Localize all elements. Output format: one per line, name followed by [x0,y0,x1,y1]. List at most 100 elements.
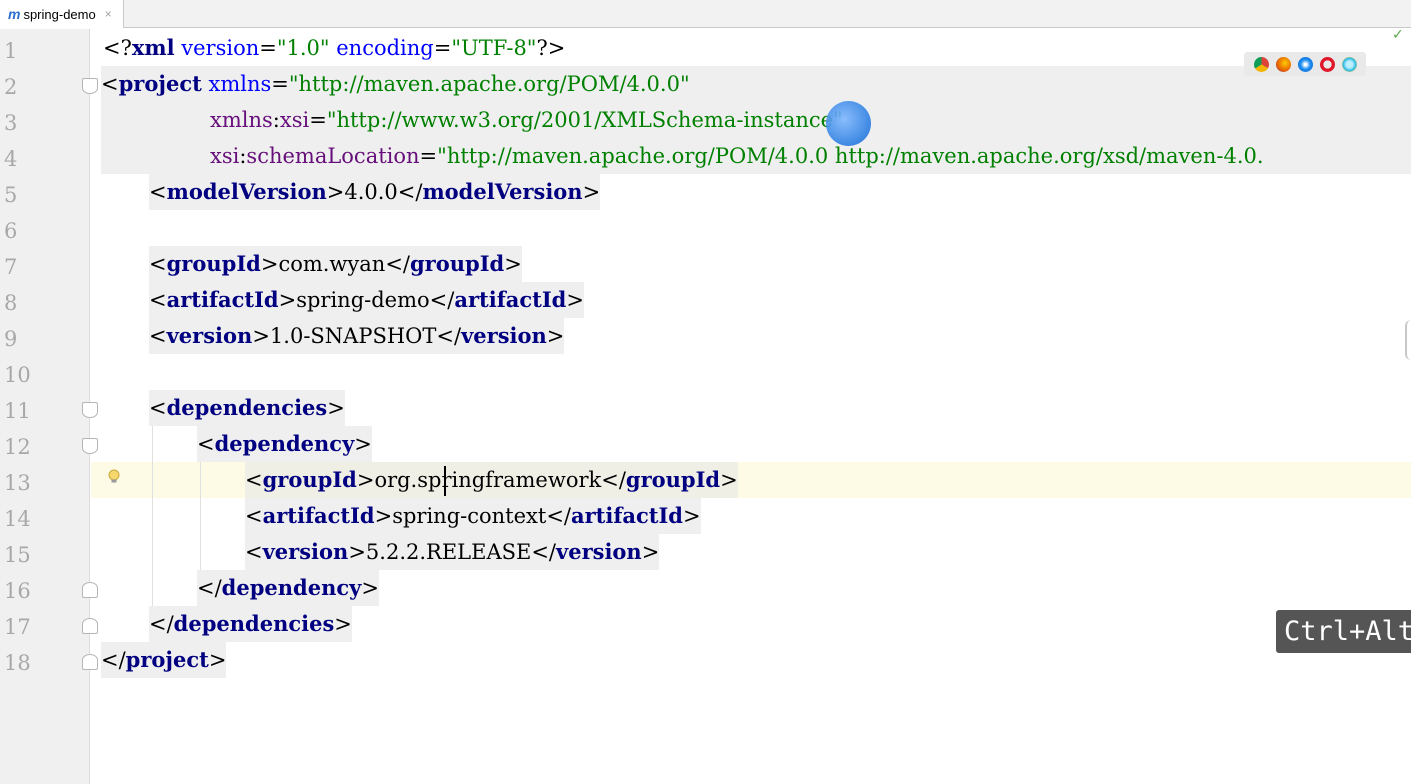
tag-bracket: < [149,180,167,204]
code-line-14: <artifactId>spring-context</artifactId> [245,498,701,534]
code-line-12: <dependency> [197,426,372,462]
code-line-1: <?xml version="1.0" encoding="UTF-8"?> [103,30,565,66]
chrome-icon[interactable] [1253,56,1269,72]
fold-toggle-icon[interactable] [82,654,98,670]
floating-assistant-icon[interactable] [826,101,871,146]
attr-version: version [174,36,260,60]
tag-name: project [118,71,202,96]
code-line-16: </dependency> [197,570,379,606]
tag-bracket: > [334,612,352,636]
line-number: 16 [4,579,31,603]
tag-name: artifactId [166,287,279,312]
tag-bracket: < [149,252,167,276]
tag-name: version [262,539,349,564]
attr-value: "UTF-8" [451,36,537,60]
code-line-15: <version>5.2.2.RELEASE</version> [245,534,660,570]
tag-bracket: > [546,324,565,348]
inspection-ok-icon[interactable]: ✓ [1392,27,1404,43]
equals-sign: = [259,36,277,60]
tab-title: spring-demo [23,6,96,22]
scrollbar-edge[interactable] [1405,320,1411,360]
xml-decl-close: ?> [536,36,566,60]
line-number: 2 [4,75,18,99]
close-icon[interactable]: × [105,7,112,21]
tag-name: artifactId [571,503,683,528]
tag-bracket: < [245,468,263,492]
fold-toggle-icon[interactable] [82,78,98,94]
tag-name: dependency [221,575,362,600]
code-editor[interactable]: <?xml version="1.0" encoding="UTF-8"?> <… [91,29,1411,784]
tag-value: spring-context [392,504,547,528]
tag-value: com.wyan [278,252,386,276]
tag-bracket: < [149,288,167,312]
tag-bracket: > [208,648,227,672]
tag-bracket: </ [385,252,410,276]
tag-bracket: </ [436,324,462,348]
attr-namespace: xsi [210,144,240,168]
equals-sign: = [271,72,289,96]
tag-bracket: > [582,180,601,204]
code-line-17: </dependencies> [149,606,352,642]
tag-name: groupId [410,251,505,276]
firefox-icon[interactable] [1275,56,1291,72]
line-number: 14 [4,507,31,531]
tag-value: spring-demo [296,288,430,312]
tag-bracket: </ [197,576,222,600]
line-number: 12 [4,435,31,459]
tag-bracket: > [356,468,375,492]
safari-icon[interactable] [1297,56,1313,72]
editor-tab-bar: m spring-demo × [0,0,1411,28]
tag-name: artifactId [262,503,375,528]
tag-bracket: > [682,504,701,528]
line-number: 1 [4,39,18,63]
tag-bracket: </ [101,648,126,672]
tag-bracket: < [245,540,263,564]
tag-bracket: > [326,180,345,204]
tag-name: dependencies [173,611,335,636]
fold-toggle-icon[interactable] [82,438,98,454]
browser-preview-bar [1244,52,1366,76]
tag-bracket: > [260,252,279,276]
line-number: 13 [4,471,31,495]
indent-guide [200,462,201,570]
equals-sign: = [419,144,438,168]
xml-decl-open: <? [103,36,132,60]
code-line-9: <version>1.0-SNAPSHOT</version> [149,318,565,354]
line-number: 11 [4,399,31,423]
equals-sign: = [309,108,327,132]
tag-bracket: < [149,396,167,420]
tag-name: dependency [214,431,355,456]
tag-value: org.springframework [374,468,602,492]
line-number: 4 [4,147,18,171]
tag-name: artifactId [454,287,567,312]
tag-bracket: </ [531,540,556,564]
fold-toggle-icon[interactable] [82,618,98,634]
text-caret [444,466,446,496]
attr-value: "http://maven.apache.org/POM/4.0.0 http:… [437,144,1264,168]
colon: : [272,108,280,132]
tag-bracket: > [354,432,372,456]
tag-value: 5.2.2.RELEASE [365,540,532,564]
line-number: 15 [4,543,31,567]
fold-toggle-icon[interactable] [82,402,98,418]
tab-spring-demo[interactable]: m spring-demo × [0,0,124,28]
code-line-3: xmlns:xsi="http://www.w3.org/2001/XMLSch… [210,102,843,138]
attr-name: xsi [279,108,310,132]
attr-namespace: xmlns [210,108,273,132]
code-line-18: </project> [101,642,227,678]
tag-bracket: < [245,504,263,528]
tag-name: modelVersion [166,179,327,204]
line-number: 17 [4,615,31,639]
fold-toggle-icon[interactable] [82,582,98,598]
tag-bracket: < [149,324,167,348]
opera-icon[interactable] [1319,56,1335,72]
line-number: 3 [4,111,18,135]
lightbulb-icon[interactable] [108,469,120,485]
line-number: 8 [4,291,18,315]
line-number: 18 [4,651,31,675]
tag-bracket: </ [601,468,626,492]
line-number: 6 [4,219,18,243]
code-line-5: <modelVersion>4.0.0</modelVersion> [149,174,601,210]
ie-icon[interactable] [1341,56,1357,72]
tag-name: version [556,539,642,564]
